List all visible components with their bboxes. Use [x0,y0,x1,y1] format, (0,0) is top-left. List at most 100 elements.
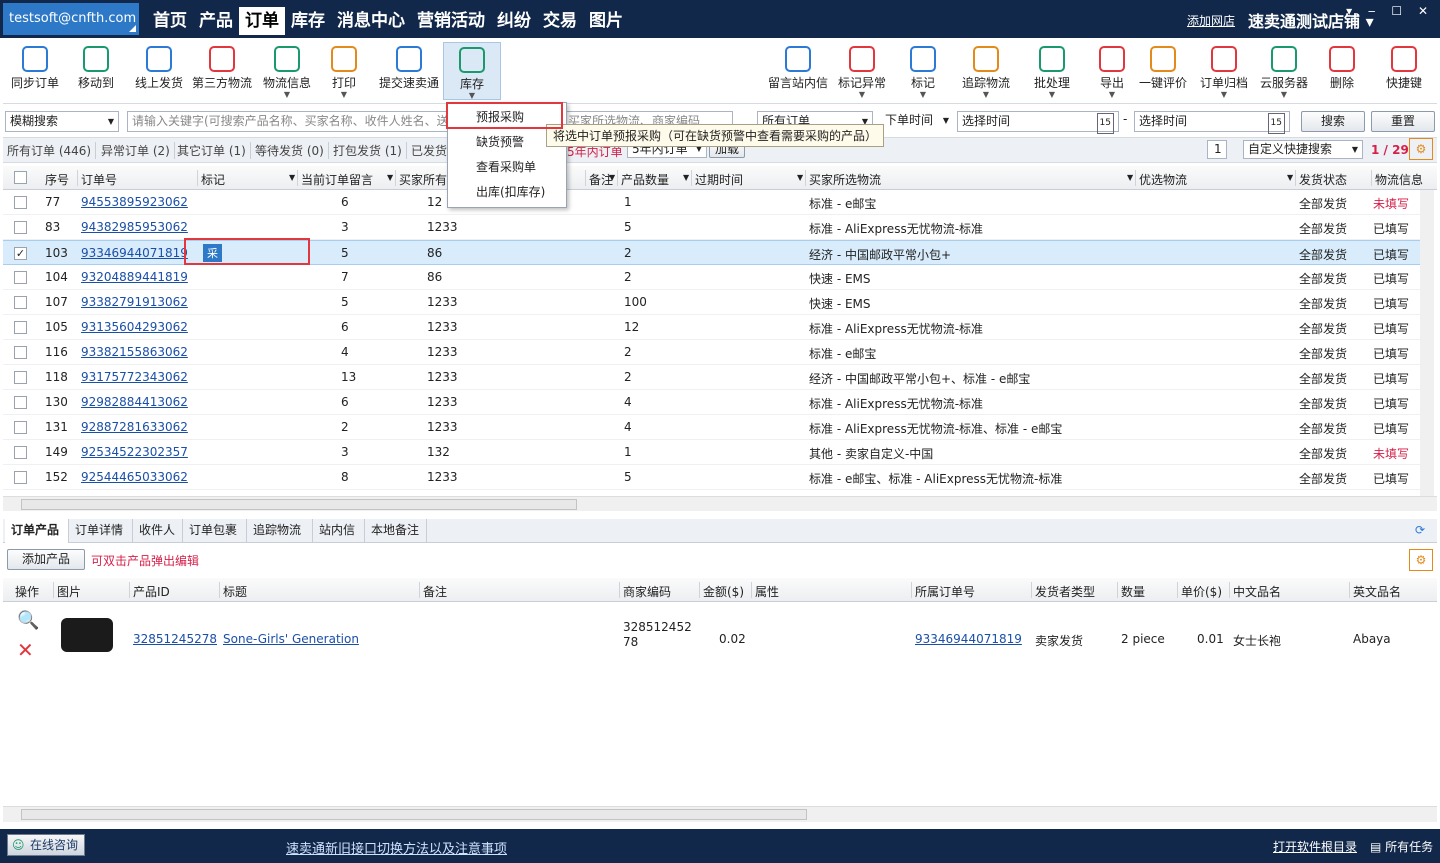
column-header[interactable]: 标记 [201,171,225,188]
row-checkbox[interactable] [14,346,27,359]
toolbar-button-cloud[interactable]: 云服务器 ▼ [1255,42,1313,100]
online-chat-button[interactable]: ☺ 在线咨询 [7,834,85,856]
column-header[interactable]: 过期时间 [695,171,743,188]
refresh-icon[interactable]: ⟳ [1415,523,1425,537]
nav-tab[interactable]: 产品 [193,7,239,35]
toolbar-button-document[interactable]: 提交速卖通 [375,42,443,100]
product-grid-hscroll[interactable] [3,806,1437,822]
reset-button[interactable]: 重置 [1371,111,1435,132]
table-row[interactable]: 105 93135604293062 6 1233 12 标准 - AliExpress无… [3,315,1423,340]
product-column-header[interactable]: 属性 [755,583,779,600]
sort-arrow-icon[interactable]: ▼ [387,173,393,182]
table-row[interactable]: 118 93175772343062 13 1233 2 经济 - 中国邮政平常小包+、标… [3,365,1423,390]
detail-tab[interactable]: 收件人 [133,519,183,543]
toolbar-button-batch[interactable]: 批处理 ▼ [1023,42,1081,100]
menu-item[interactable]: 出库(扣库存) [448,180,566,204]
select-all-checkbox[interactable] [14,171,27,184]
detail-tab[interactable]: 本地备注 [365,519,427,543]
sort-arrow-icon[interactable]: ▼ [797,173,803,182]
toolbar-button-archive[interactable]: 订单归档 ▼ [1195,42,1253,100]
interface-notice-link[interactable]: 速卖通新旧接口切换方法以及注意事项 [286,838,507,857]
keyword-input[interactable]: 请输入关键字(可搜索产品名称、买家名称、收件人姓名、送 [127,111,449,132]
row-checkbox[interactable] [14,321,27,334]
search-mode-select[interactable]: 模糊搜索 ▼ [5,111,119,132]
nav-tab[interactable]: 纠纷 [491,7,537,35]
column-header[interactable]: 发货状态 [1299,171,1347,188]
sort-arrow-icon[interactable]: ▼ [1127,173,1133,182]
toolbar-button-lotus[interactable]: 一键评价 [1135,42,1191,100]
row-checkbox[interactable] [14,421,27,434]
toolbar-button-export[interactable]: 导出 ▼ [1091,42,1133,100]
filter-tab[interactable]: 已发货 [411,142,453,159]
order-number-link[interactable]: 92544465033062 [81,470,188,484]
toolbar-button-flag-red[interactable]: 标记异常 ▼ [831,42,893,100]
column-header[interactable]: 产品数量 [621,171,669,188]
table-row[interactable]: 77 94553895923062 6 12 1 标准 - e邮宝 全部发货 未填写 [3,190,1423,215]
filter-tab[interactable]: 所有订单 (446) [7,142,97,159]
table-row[interactable]: 131 92887281633062 2 1233 4 标准 - AliExpress无忧… [3,415,1423,440]
edit-icon[interactable]: 🔍 [17,610,39,631]
product-column-header[interactable]: 图片 [57,583,81,600]
order-number-link[interactable]: 92534522302357 [81,445,188,459]
page-input[interactable]: 1 [1207,140,1227,159]
nav-tab[interactable]: 营销活动 [411,7,491,35]
filter-tab[interactable]: 异常订单 (2) [101,142,175,159]
end-time-input[interactable]: 选择时间 15 [1134,111,1290,134]
order-number-link[interactable]: 92982884413062 [81,395,188,409]
toolbar-button-download[interactable]: 同步订单 [5,42,65,100]
toolbar-button-warehouse[interactable]: 库存 ▼ [443,42,501,100]
product-column-header[interactable]: 备注 [423,583,447,600]
product-column-header[interactable]: 标题 [223,583,247,600]
filter-tab[interactable]: 等待发货 (0) [255,142,329,159]
calendar-icon[interactable]: 15 [1267,113,1285,134]
column-header[interactable]: 当前订单留言 [301,171,373,188]
column-header[interactable]: 优选物流 [1139,171,1187,188]
column-header[interactable]: 买家所选物流 [809,171,881,188]
product-id[interactable]: 32851245278 [133,632,217,646]
time-type-select[interactable]: 下单时间 ▼ [881,111,953,132]
row-checkbox[interactable] [14,396,27,409]
toolbar-button-tracking[interactable]: 追踪物流 ▼ [955,42,1017,100]
nav-tab[interactable]: 订单 [239,7,285,35]
order-number-link[interactable]: 93346944071819 [81,246,188,260]
table-row[interactable]: 116 93382155863062 4 1233 2 标准 - e邮宝 全部发货 已填写 [3,340,1423,365]
order-grid-hscroll[interactable] [3,496,1437,511]
detail-tab[interactable]: 站内信 [313,519,365,543]
product-column-header[interactable]: 英文品名 [1353,583,1401,600]
row-checkbox[interactable] [14,471,27,484]
product-order[interactable]: 93346944071819 [915,632,1022,646]
table-row[interactable]: 83 94382985953062 3 1233 5 标准 - AliExpress无忧物… [3,215,1423,240]
product-column-header[interactable]: 金额($) [703,583,744,600]
search-button[interactable]: 搜索 [1301,111,1365,132]
filter-tab[interactable]: 打包发货 (1) [333,142,407,159]
product-column-header[interactable]: 中文品名 [1233,583,1281,600]
order-grid-vscroll[interactable] [1420,190,1434,496]
row-checkbox[interactable] [14,271,27,284]
column-header[interactable]: 买家所有 [399,171,447,188]
detail-tab[interactable]: 订单包裹 [183,519,247,543]
sort-arrow-icon[interactable]: ▼ [289,173,295,182]
table-row[interactable]: 104 93204889441819 7 86 2 快速 - EMS 全部发货 已填写 [3,265,1423,290]
table-row[interactable]: 149 92534522302357 3 132 1 其他 - 卖家自定义-中国 全部发货 未… [3,440,1423,465]
nav-tab[interactable]: 首页 [147,7,193,35]
detail-tab[interactable]: 订单详情 [69,519,133,543]
menu-item[interactable]: 查看采购单 [448,155,566,179]
product-column-header[interactable]: 产品ID [133,583,170,600]
detail-tab[interactable]: 订单产品 [5,519,69,543]
row-checkbox[interactable] [14,371,27,384]
table-row[interactable]: 152 92544465033062 8 1233 5 标准 - e邮宝、标准 - Ali… [3,465,1423,490]
product-column-header[interactable]: 操作 [15,583,39,600]
nav-tab[interactable]: 库存 [285,7,331,35]
toolbar-button-trash[interactable]: 删除 [1321,42,1363,100]
product-column-settings-icon[interactable]: ⚙ [1409,549,1433,571]
order-number-link[interactable]: 93382791913062 [81,295,188,309]
order-number-link[interactable]: 94382985953062 [81,220,188,234]
product-row[interactable]: 🔍 ✕ 32851245278 Sone-Girls' Generation 32851… [3,604,1423,674]
column-header[interactable]: 订单号 [81,171,117,188]
row-checkbox[interactable] [14,296,27,309]
order-number-link[interactable]: 93204889441819 [81,270,188,284]
column-header[interactable]: 序号 [45,171,69,188]
table-row[interactable]: 107 93382791913062 5 1233 100 快速 - EMS 全部发货 已填写 [3,290,1423,315]
row-checkbox[interactable] [14,446,27,459]
product-column-header[interactable]: 所属订单号 [915,583,975,600]
